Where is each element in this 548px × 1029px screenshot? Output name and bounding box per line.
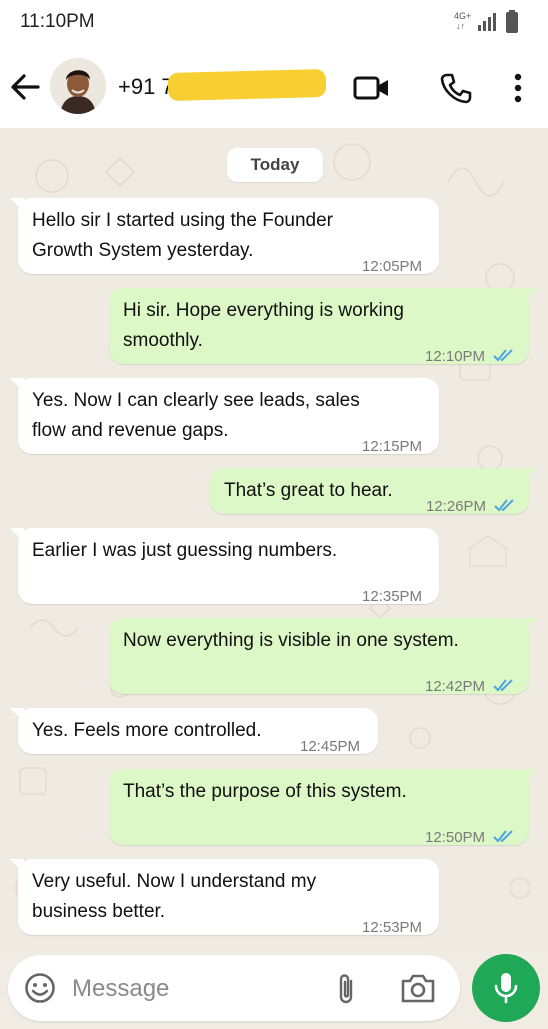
bubble-tail xyxy=(10,708,24,722)
message-bubble-outgoing[interactable]: Now everything is visible in one system.… xyxy=(109,618,537,695)
emoji-icon[interactable] xyxy=(24,972,56,1004)
bubble-tail xyxy=(523,468,537,482)
message-time: 12:15PM xyxy=(362,438,423,455)
double-check-icon xyxy=(494,499,514,512)
message-time: 12:42PM xyxy=(425,678,486,695)
more-vertical-icon xyxy=(514,73,522,103)
signal-icon xyxy=(478,25,481,31)
message-bubble-incoming[interactable]: Earlier I was just guessing numbers. 12:… xyxy=(10,528,439,605)
message-text: Hello sir I started using the Founder Gr… xyxy=(32,210,333,261)
message-bubble-outgoing[interactable]: That’s great to hear. 12:26PM xyxy=(210,468,537,515)
microphone-icon xyxy=(494,973,518,1004)
double-check-icon xyxy=(493,679,513,692)
battery-icon xyxy=(506,12,518,33)
voice-call-button[interactable] xyxy=(436,68,476,108)
message-text: Hi sir. Hope everything is working smoot… xyxy=(123,300,404,351)
avatar[interactable] xyxy=(50,58,106,114)
double-check-icon xyxy=(493,830,513,843)
bubble-tail xyxy=(10,859,24,873)
bubble-tail xyxy=(10,528,24,542)
message-time: 12:05PM xyxy=(362,258,423,275)
message-text: That’s great to hear. xyxy=(224,480,393,501)
message-time-row: 12:50PM xyxy=(425,823,515,853)
video-call-button[interactable] xyxy=(352,68,392,108)
message-text: That’s the purpose of this system. xyxy=(123,781,407,802)
message-bubble-outgoing[interactable]: That’s the purpose of this system. 12:50… xyxy=(109,769,537,846)
message-input[interactable]: Message xyxy=(72,975,169,1003)
avatar-image xyxy=(50,58,106,114)
bubble-tail xyxy=(523,618,537,632)
date-separator: Today xyxy=(227,148,323,182)
voice-record-button[interactable] xyxy=(472,954,540,1022)
message-time-row: 12:26PM xyxy=(426,492,516,522)
message-time: 12:10PM xyxy=(425,348,486,365)
message-bubble-incoming[interactable]: Yes. Feels more controlled. 12:45PM xyxy=(10,708,378,755)
message-composer[interactable]: Message xyxy=(8,955,460,1021)
message-text: Now everything is visible in one system. xyxy=(123,630,459,651)
attach-paperclip-icon[interactable] xyxy=(336,971,356,1007)
camera-icon[interactable] xyxy=(400,972,436,1004)
message-time-row: 12:10PM xyxy=(425,342,515,372)
message-time: 12:35PM xyxy=(362,588,423,605)
phone-icon xyxy=(440,73,472,104)
bubble-tail xyxy=(10,198,24,212)
status-icons: 4G+ ↓↑ xyxy=(454,10,518,33)
message-time: 12:26PM xyxy=(426,498,487,515)
back-arrow-icon[interactable] xyxy=(8,72,42,102)
chat-header: +91 74 xyxy=(0,46,548,128)
contact-prefix: +91 7 xyxy=(118,74,174,99)
video-camera-icon xyxy=(353,76,388,100)
message-text: Earlier I was just guessing numbers. xyxy=(32,540,338,561)
message-time-row: 12:42PM xyxy=(425,672,515,702)
message-text: Very useful. Now I understand my busines… xyxy=(32,871,317,922)
message-text: Yes. Feels more controlled. xyxy=(32,720,262,741)
status-time: 11:10PM xyxy=(20,11,95,32)
message-bubble-incoming[interactable]: Yes. Now I can clearly see leads, sales … xyxy=(10,378,439,455)
double-check-icon xyxy=(493,349,513,362)
chat-area[interactable]: Today Hello sir I started using the Foun… xyxy=(0,128,548,948)
message-text: Yes. Now I can clearly see leads, sales … xyxy=(32,390,360,441)
message-bubble-incoming[interactable]: Very useful. Now I understand my busines… xyxy=(10,859,439,936)
bubble-tail xyxy=(523,288,537,302)
message-time: 12:45PM xyxy=(300,738,361,755)
network-type-label: 4G+ xyxy=(454,11,471,21)
bubble-tail xyxy=(523,769,537,783)
message-bubble-outgoing[interactable]: Hi sir. Hope everything is working smoot… xyxy=(109,288,537,365)
message-time: 12:50PM xyxy=(425,829,486,846)
message-time: 12:53PM xyxy=(362,919,423,936)
redaction-mark xyxy=(167,68,327,102)
status-bar: 11:10PM 4G+ ↓↑ xyxy=(0,0,548,46)
more-options-button[interactable] xyxy=(506,68,530,108)
message-bubble-incoming[interactable]: Hello sir I started using the Founder Gr… xyxy=(10,198,439,275)
bubble-tail xyxy=(10,378,24,392)
svg-text:↓↑: ↓↑ xyxy=(456,21,465,31)
